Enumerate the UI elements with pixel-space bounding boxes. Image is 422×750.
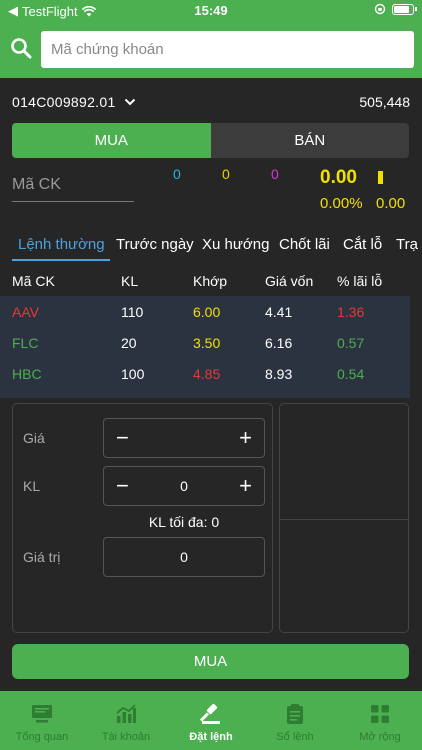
quote-percent: 0.00% (320, 195, 363, 212)
cell-qty: 110 (121, 304, 144, 320)
table-row-partial (0, 389, 410, 398)
value-label: Giá trị (23, 549, 61, 565)
table-header: Mã CK KL Khớp Giá vốn % lãi lỗ (0, 265, 410, 296)
tab-chot-lai[interactable]: Chốt lãi (279, 236, 330, 253)
stock-code-input[interactable]: Mã CK (12, 170, 134, 202)
nav-so-lenh[interactable]: Sổ lệnh (253, 691, 337, 750)
cell-cost: 8.93 (265, 366, 293, 382)
cell-symbol: HBC (12, 366, 42, 382)
tab-cat-lo[interactable]: Cắt lỗ (343, 236, 382, 253)
nav-label: Tổng quan (15, 731, 69, 743)
tab-truncated[interactable]: Trạ (396, 236, 418, 253)
plus-icon[interactable]: + (239, 473, 252, 499)
tab-buy[interactable]: MUA (12, 123, 211, 158)
orientation-lock-icon (374, 3, 386, 15)
account-id[interactable]: 014C009892.01 (12, 94, 116, 110)
monitor-icon (32, 705, 52, 723)
nav-label: Đặt lệnh (189, 731, 233, 743)
account-row: 014C009892.01 505,448 (12, 92, 410, 112)
status-bar: ◀ TestFlight 15:49 (0, 0, 422, 22)
tab-xu-huong[interactable]: Xu hướng (202, 236, 269, 253)
table-row[interactable]: FLC 20 3.50 6.16 0.57 (0, 327, 410, 358)
quote-level-3: 0 (271, 166, 279, 182)
col-header: Mã CK (12, 273, 55, 289)
cell-qty: 20 (121, 335, 137, 351)
nav-label: Tài khoản (101, 731, 151, 743)
nav-tai-khoan[interactable]: Tài khoản (84, 691, 168, 750)
table-row[interactable]: HBC 100 4.85 8.93 0.54 (0, 358, 410, 389)
order-list-tabs: Lệnh thường Trước ngày Xu hướng Chốt lãi… (12, 232, 422, 262)
clock: 15:49 (194, 3, 228, 18)
search-input[interactable] (41, 31, 414, 68)
search-icon[interactable] (10, 37, 32, 59)
order-form-panel: Giá − + KL − 0 + KL tối đa: 0 Giá trị 0 (12, 403, 273, 633)
active-tab-indicator (12, 259, 110, 261)
clipboard-icon (287, 704, 303, 724)
tab-truoc-ngay[interactable]: Trước ngày (116, 236, 194, 253)
quote-change: 0.00 (376, 195, 406, 212)
submit-buy-button[interactable]: MUA (12, 644, 409, 679)
side-info-panel (279, 403, 409, 633)
cell-cost: 6.16 (265, 335, 293, 351)
plus-icon[interactable]: + (239, 425, 252, 451)
nav-dat-lenh[interactable]: Đặt lệnh (169, 691, 253, 750)
quote-level-1: 0 (173, 166, 181, 182)
quote-level-2: 0 (222, 166, 230, 182)
chevron-down-icon[interactable] (124, 96, 136, 108)
portfolio-table: Mã CK KL Khớp Giá vốn % lãi lỗ AAV 110 6… (0, 265, 410, 398)
bottom-nav: Tổng quan Tài khoản Đặt lệnh Sổ lệnh Mở … (0, 691, 422, 750)
cell-symbol: AAV (12, 304, 39, 320)
grid-icon (371, 705, 389, 723)
price-label: Giá (23, 430, 45, 446)
cell-pl: 0.57 (337, 335, 365, 351)
col-header: Giá vốn (265, 273, 314, 289)
price-stepper[interactable]: − + (103, 418, 265, 458)
price-indicator-bar (378, 171, 383, 184)
col-header: KL (121, 273, 139, 289)
nav-label: Sổ lệnh (276, 731, 314, 743)
qty-label: KL (23, 478, 41, 494)
quote-price: 0.00 (320, 167, 357, 188)
max-qty-label: KL tối đa: 0 (148, 514, 220, 530)
nav-label: Mở rộng (359, 731, 401, 743)
order-value: 0 (180, 549, 188, 565)
cell-symbol: FLC (12, 335, 39, 351)
cell-qty: 100 (121, 366, 145, 382)
tab-sell[interactable]: BÁN (210, 123, 409, 158)
value-field[interactable]: 0 (103, 537, 265, 577)
col-header: Khớp (193, 273, 228, 289)
gavel-icon (200, 703, 220, 724)
battery-icon (392, 3, 417, 15)
nav-tong-quan[interactable]: Tổng quan (0, 691, 84, 750)
col-header: % lãi lỗ (337, 273, 383, 289)
minus-icon[interactable]: − (116, 425, 129, 451)
cell-match: 3.50 (193, 335, 221, 351)
tab-lenh-thuong[interactable]: Lệnh thường (18, 236, 105, 253)
cell-pl: 0.54 (337, 366, 365, 382)
nav-mo-rong[interactable]: Mở rộng (338, 691, 422, 750)
chart-icon (116, 704, 136, 723)
table-row[interactable]: AAV 110 6.00 4.41 1.36 (0, 296, 410, 327)
cell-cost: 4.41 (265, 304, 293, 320)
account-balance: 505,448 (359, 94, 410, 110)
buy-sell-toggle: MUA BÁN (12, 123, 409, 158)
cell-match: 6.00 (193, 304, 221, 320)
qty-stepper[interactable]: − 0 + (103, 466, 265, 506)
divider (280, 519, 408, 520)
search-bar (0, 22, 422, 78)
cell-match: 4.85 (193, 366, 221, 382)
cell-pl: 1.36 (337, 304, 365, 320)
